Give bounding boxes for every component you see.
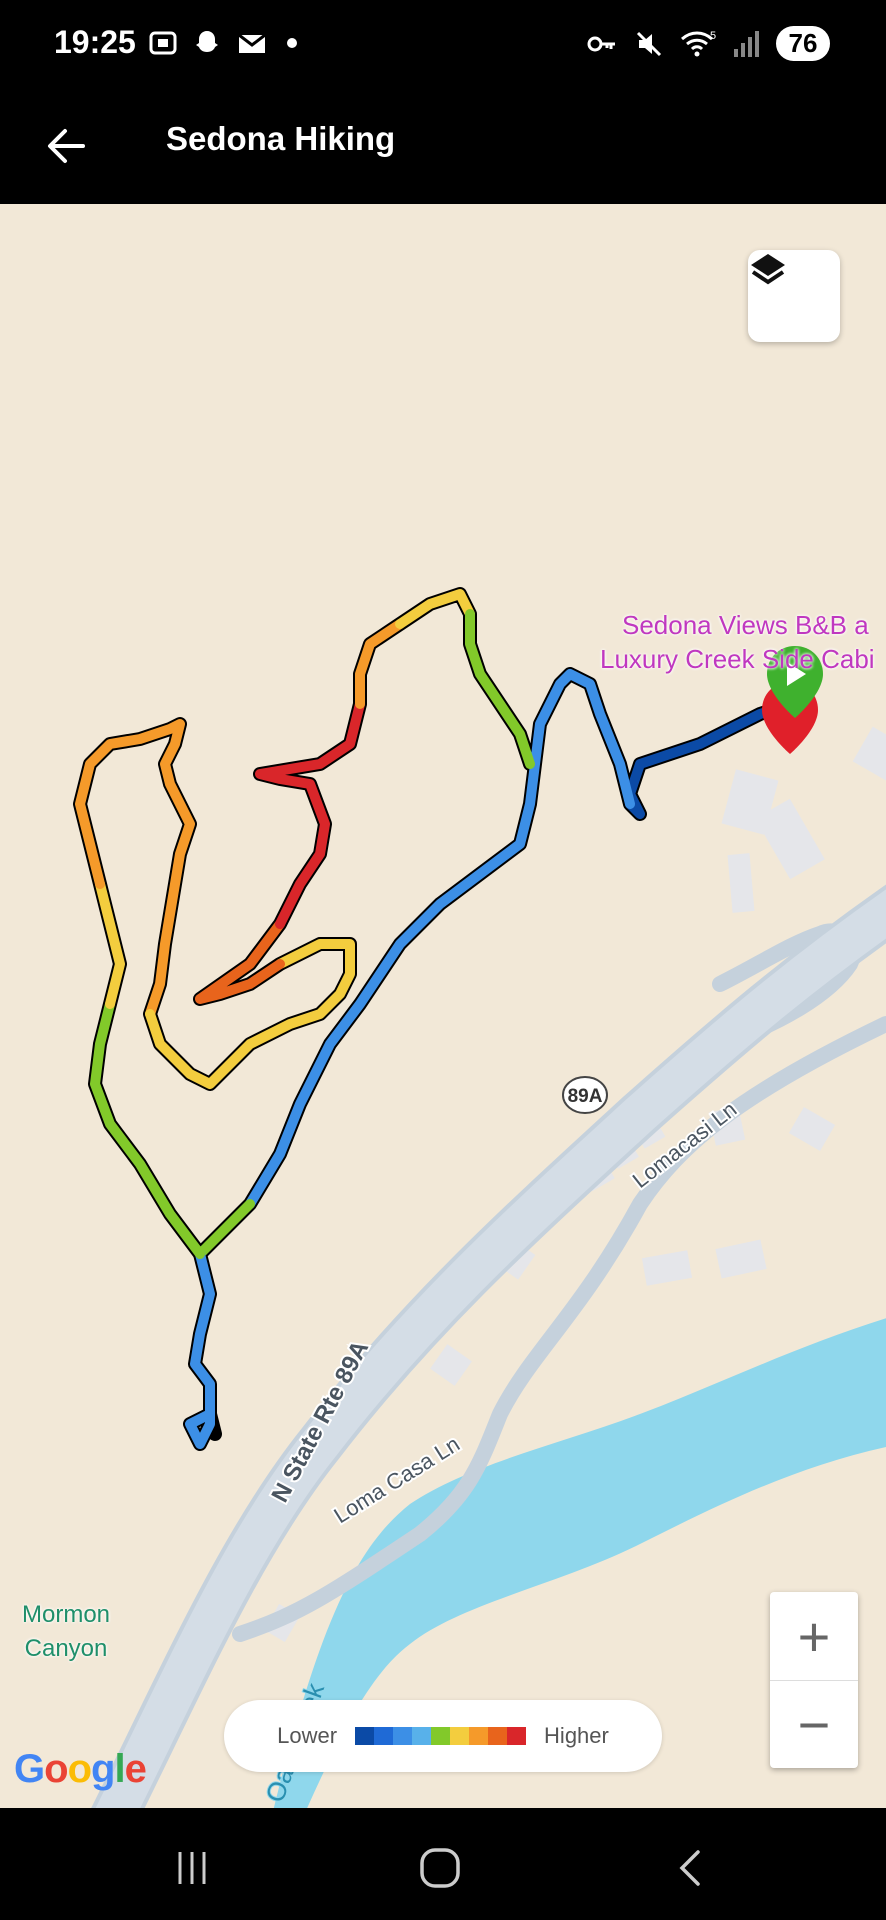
legend-swatch — [412, 1727, 432, 1745]
layers-button[interactable] — [748, 250, 840, 342]
battery-icon: 76 — [776, 26, 830, 61]
status-bar: 19:25 5 76 — [0, 0, 886, 90]
vpn-key-icon — [587, 36, 615, 51]
legend-swatch — [488, 1727, 508, 1745]
google-logo-letter: e — [124, 1747, 147, 1791]
legend-swatch — [450, 1727, 470, 1745]
google-logo-letter: o — [44, 1747, 68, 1791]
legend-swatch — [431, 1727, 451, 1745]
snapchat-icon — [196, 31, 218, 52]
google-attribution: Google — [14, 1747, 147, 1792]
legend-color-bar — [355, 1727, 527, 1745]
place-label-line2: Luxury Creek Side Cabi — [600, 644, 875, 674]
back-button[interactable] — [36, 116, 96, 176]
zoom-control: + − — [770, 1592, 858, 1768]
wifi-badge: 5 — [710, 30, 716, 42]
google-logo-letter: g — [91, 1747, 115, 1791]
canyon-label-line1: Mormon — [22, 1601, 111, 1628]
mute-icon — [636, 31, 662, 56]
google-logo-letter: l — [114, 1747, 125, 1791]
dot-icon — [287, 38, 297, 48]
canyon-label-line2: Canyon — [24, 1635, 108, 1662]
google-logo-letter: G — [14, 1747, 45, 1791]
screenshot-icon — [149, 31, 177, 55]
home-button[interactable] — [400, 1838, 480, 1898]
google-logo-letter: o — [67, 1747, 92, 1791]
nav-back-button[interactable] — [650, 1838, 730, 1898]
place-label-line1: Sedona Views B&B a — [622, 610, 869, 640]
highway-shield: 89A — [562, 1076, 608, 1114]
svg-text:89A: 89A — [568, 1086, 603, 1107]
signal-icon — [734, 30, 759, 57]
zoom-in-button[interactable]: + — [770, 1592, 858, 1681]
page-title: Sedona Hiking — [166, 120, 396, 157]
app-bar: Sedona Hiking — [0, 90, 886, 204]
status-icons-right: 5 76 — [586, 26, 830, 61]
home-icon — [420, 1848, 460, 1888]
legend-swatch — [374, 1727, 394, 1745]
status-time: 19:25 — [54, 24, 136, 60]
elevation-legend: Lower Higher — [224, 1700, 662, 1772]
legend-lower-label: Lower — [277, 1723, 338, 1748]
recent-apps-icon — [178, 1852, 206, 1884]
google-logo-text: Google — [14, 1747, 147, 1791]
wifi-icon: 5 — [681, 30, 716, 56]
recent-apps-button[interactable] — [152, 1838, 232, 1898]
legend-swatch — [393, 1727, 413, 1745]
legend-swatch — [355, 1727, 375, 1745]
legend-swatch — [469, 1727, 489, 1745]
place-label[interactable]: Sedona Views B&B a Luxury Creek Side Cab… — [600, 608, 886, 676]
nav-back-icon — [679, 1850, 700, 1886]
map-canvas: 89A N State Rte 89A Lomacasi Ln Loma Cas… — [73, 587, 886, 1808]
arrow-left-icon — [48, 129, 85, 163]
legend-swatch — [507, 1727, 527, 1745]
canyon-label: Mormon Canyon — [22, 1598, 110, 1666]
gmail-icon — [238, 33, 266, 53]
map-view[interactable]: 89A N State Rte 89A Lomacasi Ln Loma Cas… — [0, 204, 886, 1808]
status-icons-left — [148, 28, 302, 58]
nav-bar — [0, 1808, 886, 1920]
legend-higher-label: Higher — [544, 1723, 609, 1748]
layers-icon — [751, 254, 785, 285]
zoom-out-button[interactable]: − — [770, 1680, 858, 1768]
